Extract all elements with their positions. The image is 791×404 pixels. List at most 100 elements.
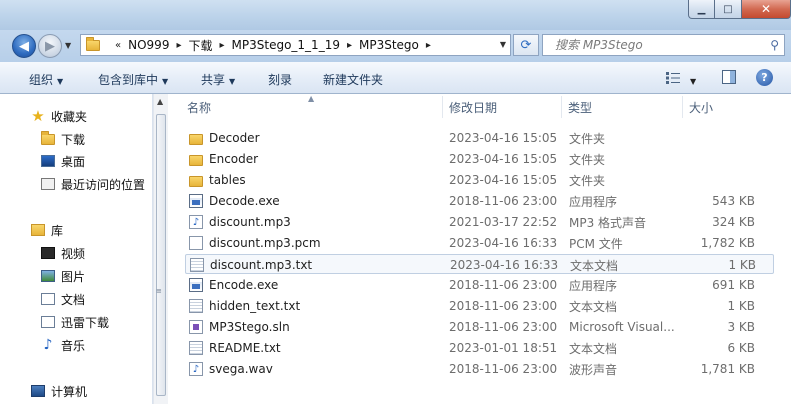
organize-menu[interactable]: 组织 ▼ [29,71,63,88]
address-dropdown-icon[interactable]: ▼ [500,40,506,49]
text-file-icon [189,299,203,313]
column-divider[interactable] [561,96,562,118]
desktop-icon [40,153,56,169]
nav-libraries[interactable]: 库 [30,220,63,240]
file-row[interactable]: hidden_text.txt 2018-11-06 23:00 文本文档 1 … [185,296,774,316]
solution-file-icon [189,320,203,334]
file-modified: 2023-04-16 15:05 [449,173,558,187]
breadcrumb-item[interactable]: 下载 [188,37,212,54]
search-icon[interactable]: ⚲ [770,38,779,52]
file-row[interactable]: discount.mp3.pcm 2023-04-16 16:33 PCM 文件… [185,233,774,253]
recent-pages-dropdown-icon[interactable]: ▼ [65,41,71,50]
address-row: ◀ ▶ ▼ « NO999 ▸ 下载 ▸ MP3Stego_1_1_19 ▸ M… [0,30,791,62]
nav-item-recent-places[interactable]: 最近访问的位置 [40,174,145,194]
new-folder-button[interactable]: 新建文件夹 [323,71,383,88]
scroll-up-icon[interactable]: ▲ [157,97,163,106]
chevron-right-icon[interactable]: ▸ [220,40,225,51]
nav-item-downloads[interactable]: 下载 [40,129,85,149]
maximize-button[interactable]: □ [715,0,742,19]
text-file-icon [190,258,204,272]
file-size: 1 KB [727,299,755,313]
burn-button[interactable]: 刻录 [268,71,292,88]
file-size: 3 KB [727,320,755,334]
nav-item-videos[interactable]: 视频 [40,243,85,263]
file-type: 应用程序 [569,278,618,293]
scrollbar-thumb[interactable] [156,114,166,396]
file-row[interactable]: README.txt 2023-01-01 18:51 文本文档 6 KB [185,338,774,358]
nav-item-desktop[interactable]: 桌面 [40,151,85,171]
nav-item-label: 图片 [61,269,86,284]
file-row[interactable]: Encode.exe 2018-11-06 23:00 应用程序 691 KB [185,275,774,295]
file-size [681,128,755,148]
exe-icon [189,278,203,292]
search-input[interactable] [553,37,757,53]
file-modified: 2021-03-17 22:52 [449,215,558,229]
file-size: 1,782 KB [700,236,755,250]
column-header-label: 名称 [187,100,212,115]
file-row[interactable]: MP3Stego.sln 2018-11-06 23:00 Microsoft … [185,317,774,337]
file-size [681,170,755,190]
file-modified: 2023-04-16 16:33 [449,236,558,250]
file-name: discount.mp3 [209,215,291,229]
file-row[interactable]: Decoder 2023-04-16 15:05 文件夹 [185,128,774,148]
chevron-down-icon: ▼ [229,77,236,86]
file-modified: 2018-11-06 23:00 [449,362,558,376]
column-header-label: 大小 [689,100,714,115]
chevron-right-icon[interactable]: ▸ [176,40,181,51]
breadcrumb-overflow[interactable]: « [115,40,121,51]
breadcrumb-item[interactable]: NO999 [128,38,169,52]
column-header-modified[interactable]: 修改日期 [449,94,497,120]
share-menu[interactable]: 共享 ▼ [201,71,235,88]
nav-item-label: 音乐 [61,338,86,353]
column-header-type[interactable]: 类型 [568,94,592,120]
breadcrumb-item[interactable]: MP3Stego_1_1_19 [232,38,340,52]
chevron-right-icon[interactable]: ▸ [426,40,431,51]
file-row[interactable]: ♪ svega.wav 2018-11-06 23:00 波形声音 1,781 K… [185,359,774,379]
address-bar[interactable]: « NO999 ▸ 下载 ▸ MP3Stego_1_1_19 ▸ MP3Steg… [80,34,511,56]
column-header-size[interactable]: 大小 [689,94,713,120]
organize-label: 组织 [29,73,54,87]
include-in-library-menu[interactable]: 包含到库中 ▼ [98,71,168,88]
refresh-button[interactable]: ⟳ [513,34,539,56]
file-row[interactable]: tables 2023-04-16 15:05 文件夹 [185,170,774,190]
file-row-selected[interactable]: discount.mp3.txt 2023-04-16 16:33 文本文档 1… [185,254,774,274]
file-row[interactable]: Decode.exe 2018-11-06 23:00 应用程序 543 KB [185,191,774,211]
nav-libraries-label: 库 [51,223,64,238]
file-modified: 2018-11-06 23:00 [449,278,558,292]
file-modified: 2023-04-16 15:05 [449,152,558,166]
column-divider[interactable] [442,96,443,118]
file-type: 应用程序 [569,194,618,209]
nav-item-thunder-downloads[interactable]: 迅雷下载 [40,312,109,332]
sort-ascending-icon: ▲ [308,94,315,103]
file-size: 691 KB [712,278,755,292]
search-box[interactable]: ⚲ [542,34,785,56]
close-button[interactable]: ✕ [742,0,791,19]
nav-item-music[interactable]: ♪ 音乐 [40,335,85,355]
file-type: 波形声音 [569,362,618,377]
change-view-button[interactable] [666,72,680,84]
column-divider[interactable] [682,96,683,118]
chevron-right-icon[interactable]: ▸ [347,40,352,51]
help-icon: ? [761,71,768,84]
help-button[interactable]: ? [756,69,773,86]
column-header-name[interactable]: 名称 [187,94,211,120]
preview-pane-toggle[interactable] [722,70,736,84]
back-button[interactable]: ◀ [12,34,36,58]
file-row[interactable]: ♪ discount.mp3 2021-03-17 22:52 MP3 格式声音 … [185,212,774,232]
nav-item-documents[interactable]: 文档 [40,289,85,309]
breadcrumb-item[interactable]: MP3Stego [359,38,419,52]
nav-computer[interactable]: 计算机 [30,381,87,401]
minimize-button[interactable]: ▁ [688,0,715,19]
file-list: 名称 ▲ 修改日期 类型 大小 Decoder 2023-04-16 15:05… [168,94,791,404]
file-row[interactable]: Encoder 2023-04-16 15:05 文件夹 [185,149,774,169]
navigation-scrollbar[interactable]: ▲ ≡ [153,94,168,404]
nav-item-label: 最近访问的位置 [61,177,146,192]
music-note-icon: ♪ [43,337,53,353]
nav-favorites[interactable]: ★ 收藏夹 [30,106,87,126]
forward-button[interactable]: ▶ [38,34,62,58]
navigation-pane: ★ 收藏夹 下载 桌面 最近访问的位置 库 视频 图片 文档 迅雷下载 ♪ 音乐… [0,94,153,404]
view-options-dropdown-icon[interactable]: ▼ [690,71,696,91]
file-type: 文本文档 [569,341,618,356]
nav-item-pictures[interactable]: 图片 [40,266,85,286]
file-modified: 2023-01-01 18:51 [449,341,558,355]
